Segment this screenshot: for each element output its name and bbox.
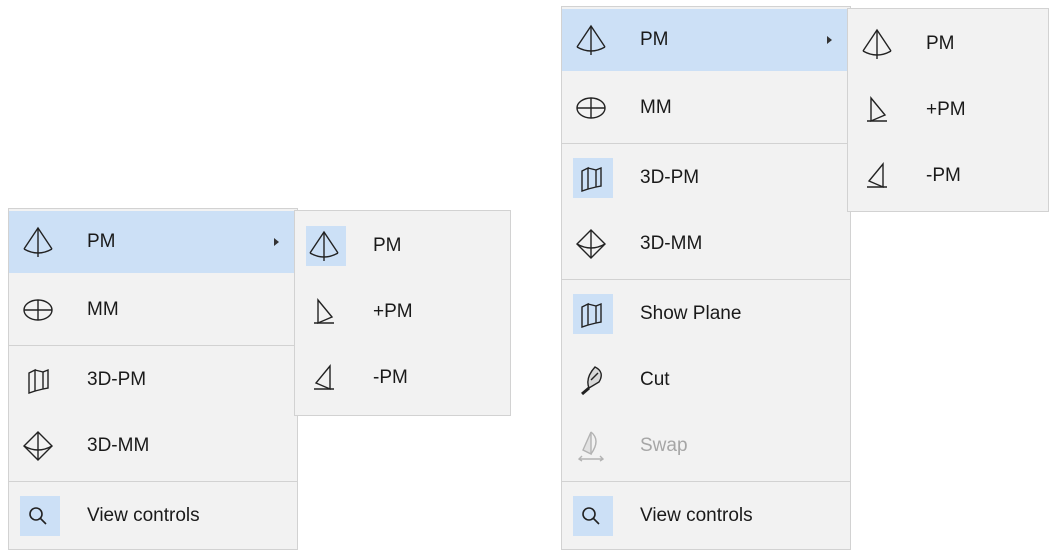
- meridian-measure-icon: [562, 77, 620, 139]
- menu-item-view-controls[interactable]: View controls: [9, 485, 297, 547]
- magnifier-icon: [9, 485, 67, 547]
- menu-item-label: View controls: [640, 505, 753, 526]
- menu-item-label: PM: [87, 231, 116, 252]
- submenu-arrow-icon: [827, 36, 832, 44]
- submenu-item-label: -PM: [926, 165, 961, 186]
- menu-item-view-controls[interactable]: View controls: [562, 485, 850, 547]
- menu-item-label: 3D-MM: [640, 233, 703, 254]
- 3d-plane-icon: [9, 349, 67, 411]
- left-context-menu: PM MM 3D-PM 3D-MM View controls: [8, 208, 298, 550]
- submenu-item-minus-pm[interactable]: -PM: [295, 347, 510, 409]
- magnifier-icon: [562, 485, 620, 547]
- submenu-item-pm[interactable]: PM: [848, 13, 1048, 75]
- left-submenu: PM +PM -PM: [294, 210, 511, 416]
- menu-item-label: View controls: [87, 505, 200, 526]
- plus-plane-icon: [848, 79, 906, 141]
- plane-measure-icon: [295, 215, 353, 277]
- menu-item-show-plane[interactable]: Show Plane: [562, 283, 850, 345]
- submenu-item-pm[interactable]: PM: [295, 215, 510, 277]
- submenu-item-label: PM: [373, 235, 402, 256]
- submenu-arrow-icon: [274, 238, 279, 246]
- submenu-item-label: PM: [926, 33, 955, 54]
- menu-separator: [562, 481, 850, 482]
- menu-item-label: MM: [87, 299, 119, 320]
- menu-item-label: MM: [640, 97, 672, 118]
- menu-item-label: Swap: [640, 435, 688, 456]
- 3d-plane-icon: [562, 147, 620, 209]
- menu-item-pm[interactable]: PM: [562, 9, 850, 71]
- menu-separator: [562, 143, 850, 144]
- meridian-measure-icon: [9, 279, 67, 341]
- menu-item-pm[interactable]: PM: [9, 211, 297, 273]
- menu-item-cut[interactable]: Cut: [562, 349, 850, 411]
- menu-item-label: 3D-PM: [87, 369, 147, 390]
- swap-icon: [562, 415, 620, 477]
- minus-plane-icon: [848, 145, 906, 207]
- submenu-item-label: +PM: [926, 99, 966, 120]
- cut-icon: [562, 349, 620, 411]
- menu-item-3d-mm[interactable]: 3D-MM: [562, 213, 850, 275]
- submenu-item-plus-pm[interactable]: +PM: [295, 281, 510, 343]
- menu-item-swap[interactable]: Swap: [562, 415, 850, 477]
- menu-separator: [562, 279, 850, 280]
- plus-plane-icon: [295, 281, 353, 343]
- submenu-item-plus-pm[interactable]: +PM: [848, 79, 1048, 141]
- plane-measure-icon: [562, 9, 620, 71]
- menu-item-3d-pm[interactable]: 3D-PM: [9, 349, 297, 411]
- 3d-meridian-icon: [562, 213, 620, 275]
- menu-item-label: Cut: [640, 369, 670, 390]
- menu-item-mm[interactable]: MM: [9, 279, 297, 341]
- right-context-menu: PM MM 3D-PM 3D-MM Show Plane Cut Swap Vi…: [561, 6, 851, 550]
- 3d-meridian-icon: [9, 415, 67, 477]
- menu-item-3d-mm[interactable]: 3D-MM: [9, 415, 297, 477]
- menu-separator: [9, 345, 297, 346]
- submenu-item-label: -PM: [373, 367, 408, 388]
- menu-item-label: 3D-PM: [640, 167, 700, 188]
- show-plane-icon: [562, 283, 620, 345]
- plane-measure-icon: [848, 13, 906, 75]
- submenu-item-label: +PM: [373, 301, 413, 322]
- menu-item-label: 3D-MM: [87, 435, 150, 456]
- menu-item-3d-pm[interactable]: 3D-PM: [562, 147, 850, 209]
- menu-item-label: PM: [640, 29, 669, 50]
- menu-item-mm[interactable]: MM: [562, 77, 850, 139]
- plane-measure-icon: [9, 211, 67, 273]
- menu-item-label: Show Plane: [640, 303, 742, 324]
- minus-plane-icon: [295, 347, 353, 409]
- right-submenu: PM +PM -PM: [847, 8, 1049, 212]
- submenu-item-minus-pm[interactable]: -PM: [848, 145, 1048, 207]
- menu-separator: [9, 481, 297, 482]
